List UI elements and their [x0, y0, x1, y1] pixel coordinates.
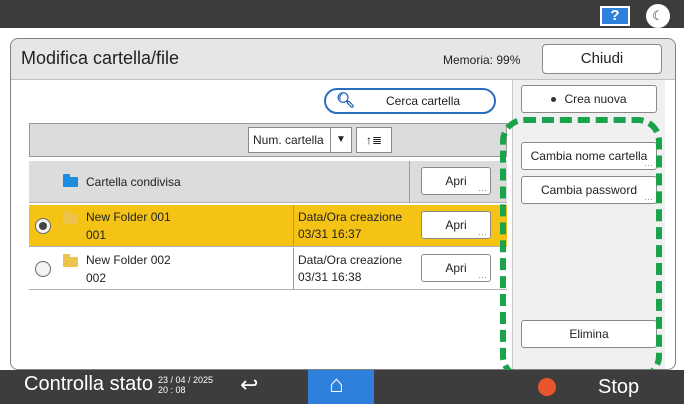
creation-date-label: Data/Ora creazione: [298, 253, 403, 267]
more-dots-icon: …: [478, 183, 487, 193]
chevron-down-icon: ▼: [330, 128, 351, 152]
folder-001-radio[interactable]: [35, 218, 51, 234]
stop-icon[interactable]: [538, 378, 556, 396]
rename-folder-label: Cambia nome cartella: [530, 149, 648, 163]
open-folder-002-button[interactable]: Apri …: [421, 254, 491, 282]
more-dots-icon: …: [644, 192, 653, 202]
page-title: Modifica cartella/file: [21, 48, 180, 68]
create-new-button[interactable]: Crea nuova: [521, 85, 657, 113]
folder-row-001[interactable]: New Folder 001 001 Data/Ora creazione 03…: [29, 205, 507, 247]
folder-number: 002: [86, 271, 107, 285]
open-button-label: Apri: [445, 174, 467, 188]
dialog-content: 🔍︎ Cerca cartella Num. cartella ▼ ↑≣ Car…: [11, 80, 675, 369]
sort-select[interactable]: Num. cartella ▼: [248, 127, 352, 153]
check-status-button[interactable]: Controlla stato: [24, 373, 153, 396]
change-password-label: Cambia password: [540, 183, 638, 197]
radio-selected-dot: [39, 222, 47, 230]
open-button-label: Apri: [445, 261, 467, 275]
time-text: 20 : 08: [158, 385, 186, 395]
shared-folder-name: Cartella condivisa: [86, 175, 181, 189]
home-icon: ⌂: [329, 371, 344, 398]
shared-folder-row[interactable]: Cartella condivisa Apri …: [29, 161, 507, 203]
more-dots-icon: …: [478, 270, 487, 280]
help-button[interactable]: ?: [600, 6, 630, 26]
sort-order-button[interactable]: ↑≣: [356, 127, 392, 153]
open-shared-folder-button[interactable]: Apri …: [421, 167, 491, 195]
creation-date-block: Data/Ora creazione 03/31 16:38: [293, 248, 402, 290]
creation-date-block: Data/Ora creazione 03/31 16:37: [293, 205, 402, 247]
creation-date-value: 03/31 16:38: [298, 270, 362, 284]
more-dots-icon: …: [478, 227, 487, 237]
divider: [409, 161, 410, 203]
back-icon[interactable]: ↩: [240, 372, 258, 398]
folder-row-002[interactable]: New Folder 002 002 Data/Ora creazione 03…: [29, 248, 507, 290]
actions-column: Crea nuova Cambia nome cartella … Cambia…: [512, 80, 665, 369]
search-icon: 🔍︎: [336, 92, 356, 109]
dialog-header: Modifica cartella/file Memoria: 99% Chiu…: [11, 39, 675, 80]
date-text: 23 / 04 / 2025: [158, 375, 214, 385]
search-folder-label: Cerca cartella: [386, 94, 461, 108]
datetime-display: 23 / 04 / 2025 20 : 08: [158, 375, 213, 395]
stop-button[interactable]: Stop: [598, 376, 639, 399]
home-button[interactable]: ⌂: [308, 370, 374, 404]
folder-icon: [63, 211, 78, 224]
shared-folder-icon: [63, 174, 78, 187]
bottom-bar: Controlla stato 23 / 04 / 2025 20 : 08 ↩…: [0, 370, 684, 404]
create-new-label: Crea nuova: [564, 92, 627, 106]
moon-icon[interactable]: ☾: [646, 4, 670, 28]
open-button-label: Apri: [445, 218, 467, 232]
sort-select-label: Num. cartella: [253, 133, 324, 147]
folder-002-radio[interactable]: [35, 261, 51, 277]
close-button[interactable]: Chiudi: [542, 44, 662, 74]
bullet-icon: [551, 97, 557, 103]
more-dots-icon: …: [644, 158, 653, 168]
folder-icon: [63, 254, 78, 267]
sort-bar: Num. cartella ▼ ↑≣: [29, 123, 507, 157]
folder-number: 001: [86, 228, 107, 242]
folder-name: New Folder 002: [86, 253, 171, 267]
search-folder-button[interactable]: 🔍︎ Cerca cartella: [324, 88, 496, 114]
rename-folder-button[interactable]: Cambia nome cartella …: [521, 142, 657, 170]
memory-indicator: Memoria: 99%: [443, 53, 521, 67]
change-password-button[interactable]: Cambia password …: [521, 176, 657, 204]
open-folder-001-button[interactable]: Apri …: [421, 211, 491, 239]
delete-button[interactable]: Elimina: [521, 320, 657, 348]
creation-date-value: 03/31 16:37: [298, 227, 362, 241]
folder-name: New Folder 001: [86, 210, 171, 224]
edit-folder-dialog: Modifica cartella/file Memoria: 99% Chiu…: [10, 38, 676, 370]
top-status-bar: ? ☾: [0, 0, 684, 28]
creation-date-label: Data/Ora creazione: [298, 210, 403, 224]
